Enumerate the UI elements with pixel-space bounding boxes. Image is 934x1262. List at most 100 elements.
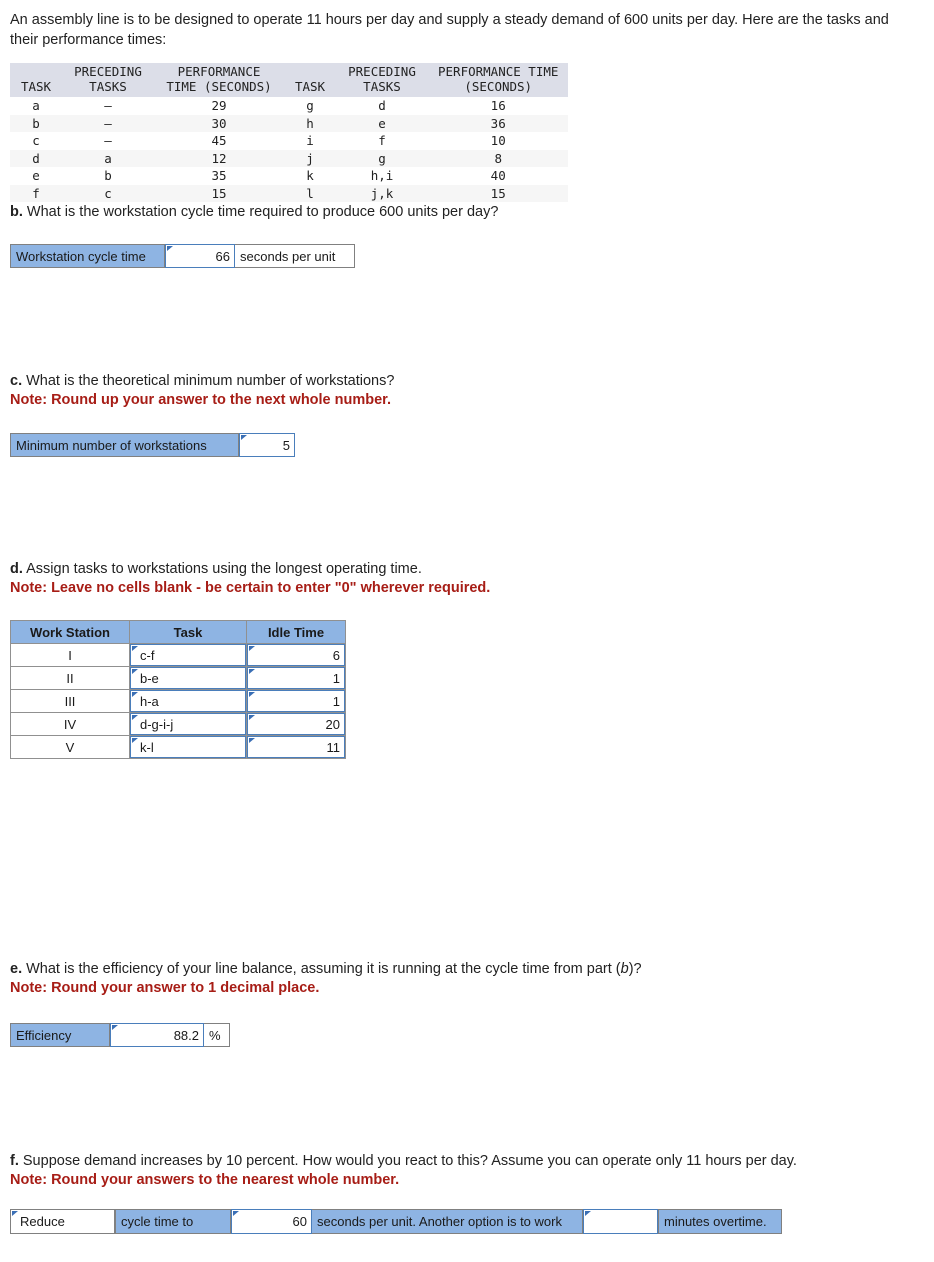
table-row: b –30 h e 36 (10, 114, 569, 132)
minimum-workstations-label: Minimum number of workstations (10, 433, 239, 457)
cell-flag-icon (249, 715, 255, 720)
cell-preceding-right: d (378, 98, 386, 113)
idle-time-cell: 1 (246, 666, 346, 690)
reduce-select[interactable]: Reduce (10, 1209, 115, 1234)
part-e-letter: e. (10, 961, 23, 977)
cell-time-left: 29 (211, 98, 227, 113)
header-task-left-label: TASK (20, 78, 52, 94)
part-b-question-text: What is the workstation cycle time requi… (22, 204, 499, 220)
cell-flag-icon (233, 1211, 239, 1216)
task-input-value: b-e (140, 670, 159, 686)
task-input[interactable]: h-a (130, 690, 246, 712)
header-performance-left: PERFORMANCE TIME (SECONDS) (154, 63, 284, 97)
header-task-right: TASK (284, 63, 336, 97)
idle-time-input-value: 1 (332, 693, 340, 709)
intro-paragraph: An assembly line is to be designed to op… (10, 12, 889, 48)
idle-time-cell: 20 (246, 712, 346, 736)
part-b-question: b. What is the workstation cycle time re… (10, 203, 498, 222)
cell-time-left: 12 (154, 149, 284, 167)
part-e-answer-row: Efficiency 88.2 % (10, 1023, 230, 1047)
cell-flag-icon (249, 692, 255, 697)
minimum-workstations-value: 5 (282, 437, 290, 453)
header-preceding-right-line2: TASKS (363, 78, 401, 94)
part-f-question: f. Suppose demand increases by 10 percen… (10, 1152, 797, 1171)
part-b-letter: b. (10, 204, 23, 220)
cell-task-right: i (306, 133, 314, 148)
task-cell: h-a (129, 689, 247, 713)
part-c-question-text: What is the theoretical minimum number o… (22, 373, 395, 389)
new-cycle-time-input[interactable]: 60 (231, 1209, 312, 1234)
efficiency-unit: % (204, 1023, 230, 1047)
minimum-workstations-input[interactable]: 5 (239, 433, 295, 457)
header-performance-right-line2: (SECONDS) (464, 78, 533, 94)
part-e-note: Note: Round your answer to 1 decimal pla… (10, 980, 320, 996)
idle-time-input[interactable]: 1 (247, 690, 345, 712)
table-row: e b 35 k h,i 40 (10, 167, 568, 185)
cell-time-left: 15 (154, 184, 284, 202)
part-f-note: Note: Round your answers to the nearest … (10, 1172, 400, 1188)
cell-flag-icon (132, 715, 138, 720)
part-d-note: Note: Leave no cells blank - be certain … (10, 580, 491, 596)
cell-flag-icon (585, 1211, 591, 1216)
table-row: IV d-g-i-j 20 (10, 712, 346, 736)
efficiency-input[interactable]: 88.2 (110, 1023, 204, 1047)
cell-time-right: 10 (490, 133, 506, 148)
part-c-note: Note: Round up your answer to the next w… (10, 392, 392, 408)
cell-task-left: c (32, 133, 40, 148)
header-performance-left-line1: PERFORMANCE (177, 64, 261, 79)
cell-preceding-left: b (104, 168, 112, 183)
cell-time-left: 30 (154, 114, 284, 132)
cell-flag-icon (249, 646, 255, 651)
header-task: Task (129, 620, 247, 644)
cell-time-left: 35 (211, 168, 227, 183)
cell-flag-icon (167, 246, 173, 251)
cell-flag-icon (132, 692, 138, 697)
header-performance-right-line1: PERFORMANCE TIME (438, 64, 559, 79)
work-station-number: III (10, 689, 130, 713)
header-work-station: Work Station (10, 620, 130, 644)
workstation-header-row: Work Station Task Idle Time (10, 620, 346, 644)
efficiency-value: 88.2 (173, 1027, 199, 1043)
cell-flag-icon (112, 1025, 118, 1030)
task-cell: d-g-i-j (129, 712, 247, 736)
cell-preceding-left: – (104, 98, 112, 113)
reduce-select-value: Reduce (20, 1214, 65, 1229)
cell-flag-icon (249, 738, 255, 743)
idle-time-input[interactable]: 11 (247, 736, 345, 758)
cell-time-right: 15 (428, 184, 569, 202)
task-input-value: h-a (140, 693, 159, 709)
cell-flag-icon (241, 435, 247, 440)
cell-flag-icon (132, 646, 138, 651)
idle-time-input[interactable]: 20 (247, 713, 345, 735)
workstation-cycle-time-input[interactable]: 66 (165, 244, 235, 268)
workstation-cycle-time-value: 66 (215, 248, 230, 264)
cell-flag-icon (132, 669, 138, 674)
workstation-cycle-time-unit: seconds per unit (235, 244, 355, 268)
workstation-cycle-time-label: Workstation cycle time (10, 244, 165, 268)
cell-preceding-left: – (104, 133, 112, 148)
table-row: III h-a 1 (10, 689, 346, 713)
table-row: II b-e 1 (10, 666, 346, 690)
cell-flag-icon (249, 669, 255, 674)
overtime-minutes-input[interactable] (583, 1209, 658, 1234)
idle-time-input[interactable]: 1 (247, 667, 345, 689)
cell-flag-icon (132, 738, 138, 743)
task-input[interactable]: c-f (130, 644, 246, 666)
task-cell: k-l (129, 735, 247, 759)
work-station-number: IV (10, 712, 130, 736)
table-row: c – 45 i f 10 (10, 132, 568, 150)
header-task-left: TASK (10, 63, 62, 97)
task-input[interactable]: b-e (130, 667, 246, 689)
work-station-number: II (10, 666, 130, 690)
task-input[interactable]: k-l (130, 736, 246, 758)
idle-time-input[interactable]: 6 (247, 644, 345, 666)
cell-preceding-left: a (62, 149, 154, 167)
cell-preceding-left: c (62, 184, 154, 202)
table-row: d a 12 j g 8 (10, 149, 569, 167)
table-header-row: TASK PRECEDING TASKS PERFORMANCE TIME (SEC… (10, 63, 569, 97)
header-preceding-left: PRECEDING TASKS (62, 63, 154, 97)
task-input[interactable]: d-g-i-j (130, 713, 246, 735)
part-c-answer-row: Minimum number of workstations 5 (10, 433, 295, 457)
cell-task-left: f (10, 184, 62, 202)
part-d-question-text: Assign tasks to workstations using the l… (22, 561, 422, 577)
